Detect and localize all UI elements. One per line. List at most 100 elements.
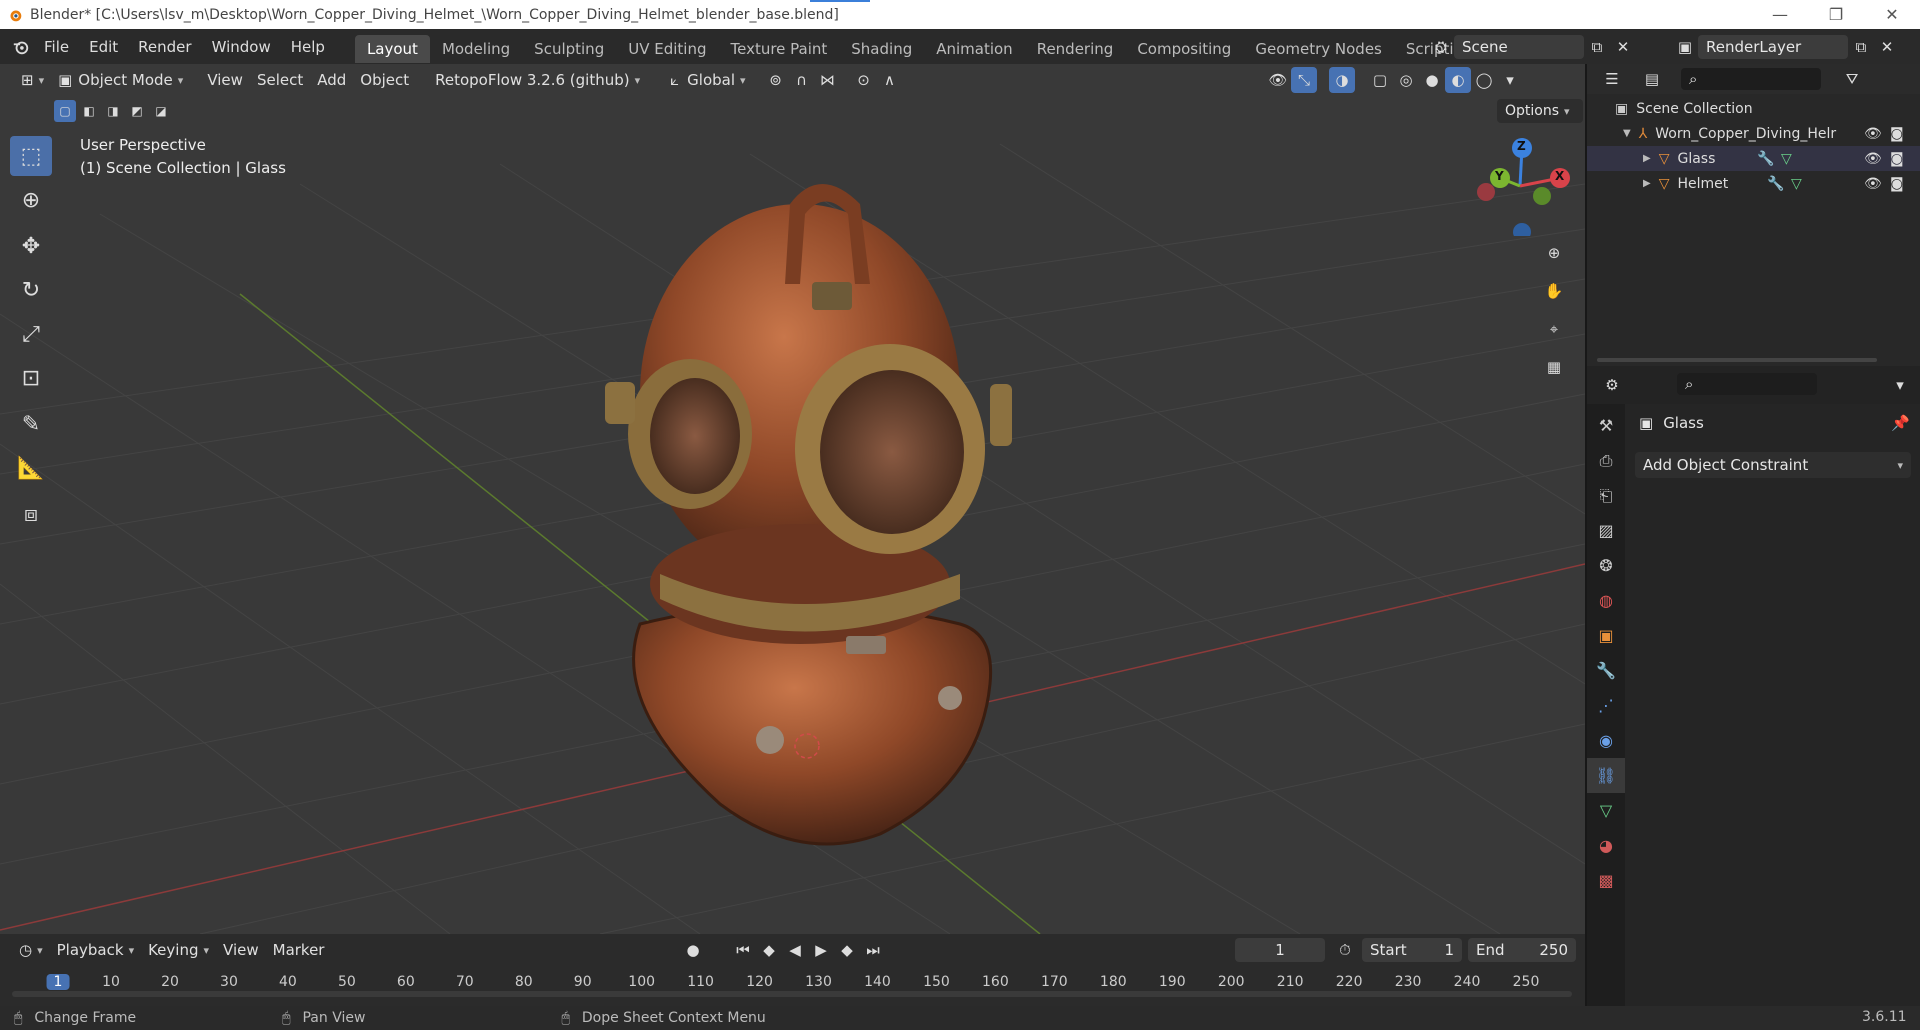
camera-icon[interactable]: ⌖ [1541, 316, 1567, 342]
visibility-icon[interactable]: 👁 [1265, 67, 1291, 93]
particles-tab-icon[interactable]: ⋰ [1587, 688, 1625, 723]
gizmo-toggle-icon[interactable]: ⤡ [1291, 67, 1317, 93]
solid-shading-icon[interactable]: ● [1419, 67, 1445, 93]
scene-selector[interactable]: ⛭ Scene ⧉ ✕ [1428, 34, 1636, 60]
properties-editor-icon[interactable]: ⚙ [1599, 372, 1625, 398]
blender-menu-icon[interactable] [8, 34, 34, 60]
transform-orientation-dropdown[interactable]: ⟀ Global ▾ [663, 67, 752, 93]
mesh-data-icon[interactable]: ▽ [1791, 176, 1802, 192]
tab-geometry-nodes[interactable]: Geometry Nodes [1243, 35, 1394, 63]
snap-target-icon[interactable]: ⋈ [815, 67, 841, 93]
xray-icon[interactable]: ▢ [1367, 67, 1393, 93]
jump-end-icon[interactable]: ⏭ [860, 937, 886, 963]
outliner-row-helmet[interactable]: ▶ ▽ Helmet 🔧 ▽ 👁 ◙ [1587, 171, 1920, 196]
maximize-button[interactable]: ❐ [1808, 0, 1864, 29]
select-subtract-icon[interactable]: ◨ [102, 100, 124, 122]
add-object-constraint-dropdown[interactable]: Add Object Constraint ▾ [1635, 452, 1911, 478]
prev-keyframe-icon[interactable]: ◆ [756, 937, 782, 963]
render-camera-icon[interactable]: ◙ [1890, 176, 1904, 192]
object-mode-dropdown[interactable]: ▣ Object Mode ▾ [51, 67, 190, 93]
zoom-icon[interactable]: ⊕ [1541, 240, 1567, 266]
outliner-editor-icon[interactable]: ☰ [1599, 66, 1625, 92]
rendered-shading-icon[interactable]: ◯ [1471, 67, 1497, 93]
add-cube-tool-icon[interactable]: ⧈ [10, 494, 52, 534]
start-frame-field[interactable]: Start 1 [1362, 938, 1462, 962]
world-tab-icon[interactable]: ◍ [1587, 583, 1625, 618]
viewport-menu-select[interactable]: Select [250, 67, 310, 93]
output-tab-icon[interactable]: ⎗ [1587, 478, 1625, 513]
filter-icon[interactable]: ⛛ [1839, 66, 1865, 92]
view-layer-tab-icon[interactable]: ▨ [1587, 513, 1625, 548]
outliner-row-collection[interactable]: ▼ ⅄ Worn_Copper_Diving_Helr 👁 ◙ [1587, 121, 1920, 146]
tab-modeling[interactable]: Modeling [430, 35, 522, 63]
menu-file[interactable]: File [34, 38, 79, 56]
timeline-editor-icon[interactable]: ◷ ▾ [12, 937, 50, 963]
render-layer-field[interactable]: RenderLayer [1698, 35, 1848, 59]
timeline-scrollbar[interactable] [12, 991, 1572, 997]
outliner-search-input[interactable]: ⌕ [1681, 68, 1821, 90]
close-button[interactable]: ✕ [1864, 0, 1920, 29]
end-frame-field[interactable]: End 250 [1468, 938, 1576, 962]
next-keyframe-icon[interactable]: ◆ [834, 937, 860, 963]
render-camera-icon[interactable]: ◙ [1890, 126, 1904, 142]
navigation-gizmo[interactable]: Z Y X [1470, 136, 1570, 241]
outliner-scrollbar[interactable] [1597, 358, 1877, 362]
select-extend-icon[interactable]: ◧ [78, 100, 100, 122]
properties-search-input[interactable]: ⌕ [1677, 373, 1817, 395]
delete-layer-icon[interactable]: ✕ [1874, 34, 1900, 60]
new-scene-icon[interactable]: ⧉ [1584, 34, 1610, 60]
tab-sculpting[interactable]: Sculpting [522, 35, 616, 63]
viewport-menu-view[interactable]: View [200, 67, 250, 93]
new-layer-icon[interactable]: ⧉ [1848, 34, 1874, 60]
ortho-grid-icon[interactable]: ▦ [1541, 354, 1567, 380]
menu-edit[interactable]: Edit [79, 38, 128, 56]
tab-uv-editing[interactable]: UV Editing [616, 35, 718, 63]
overlay-toggle-icon[interactable]: ◑ [1329, 67, 1355, 93]
viewport-menu-object[interactable]: Object [353, 67, 416, 93]
eye-icon[interactable]: 👁 [1864, 126, 1882, 142]
modifier-wrench-icon[interactable]: 🔧 [1767, 176, 1784, 192]
tab-shading[interactable]: Shading [839, 35, 924, 63]
snap-icon[interactable]: ∩ [789, 67, 815, 93]
material-shading-icon[interactable]: ◐ [1445, 67, 1471, 93]
object-tab-icon[interactable]: ▣ [1587, 618, 1625, 653]
eye-icon[interactable]: 👁 [1864, 151, 1882, 167]
constraints-tab-icon[interactable]: ⛓ [1587, 758, 1625, 793]
rotate-tool-icon[interactable]: ↻ [10, 270, 52, 310]
pivot-icon[interactable]: ⊚ [763, 67, 789, 93]
texture-tab-icon[interactable]: ▩ [1587, 863, 1625, 898]
tool-tab-icon[interactable]: ⚒ [1587, 408, 1625, 443]
move-tool-icon[interactable]: ✥ [10, 226, 52, 266]
modifier-tab-icon[interactable]: 🔧 [1587, 653, 1625, 688]
annotate-tool-icon[interactable]: ✎ [10, 404, 52, 444]
menu-help[interactable]: Help [281, 38, 335, 56]
retopoflow-dropdown[interactable]: RetopoFlow 3.2.6 (github) ▾ [428, 67, 647, 93]
play-icon[interactable]: ▶ [808, 937, 834, 963]
scene-name-field[interactable]: Scene [1454, 35, 1584, 59]
delete-scene-icon[interactable]: ✕ [1610, 34, 1636, 60]
expand-arrow-icon[interactable]: ▼ [1623, 128, 1631, 139]
timeline-menu-view[interactable]: View [216, 937, 266, 963]
play-reverse-icon[interactable]: ◀ [782, 937, 808, 963]
modifier-wrench-icon[interactable]: 🔧 [1757, 151, 1774, 167]
pan-hand-icon[interactable]: ✋ [1541, 278, 1567, 304]
tab-rendering[interactable]: Rendering [1025, 35, 1126, 63]
scene-tab-icon[interactable]: ❂ [1587, 548, 1625, 583]
eye-icon[interactable]: 👁 [1864, 176, 1882, 192]
select-box-tool-icon[interactable]: ⬚ [10, 136, 52, 176]
timeline-menu-marker[interactable]: Marker [266, 937, 332, 963]
transform-tool-icon[interactable]: ⊡ [10, 358, 52, 398]
falloff-icon[interactable]: ∧ [877, 67, 903, 93]
mesh-data-icon[interactable]: ▽ [1781, 151, 1792, 167]
select-invert-icon[interactable]: ◩ [126, 100, 148, 122]
wireframe-shading-icon[interactable]: ◎ [1393, 67, 1419, 93]
editor-type-icon[interactable]: ⊞ ▾ [14, 67, 51, 93]
tab-animation[interactable]: Animation [924, 35, 1024, 63]
proportional-edit-icon[interactable]: ⊙ [851, 67, 877, 93]
physics-tab-icon[interactable]: ◉ [1587, 723, 1625, 758]
timeline-menu-playback[interactable]: Playback ▾ [50, 937, 141, 963]
select-intersect-icon[interactable]: ◪ [150, 100, 172, 122]
shading-options-icon[interactable]: ▾ [1497, 67, 1523, 93]
scale-tool-icon[interactable]: ⤢ [10, 314, 52, 354]
render-camera-icon[interactable]: ◙ [1890, 151, 1904, 167]
